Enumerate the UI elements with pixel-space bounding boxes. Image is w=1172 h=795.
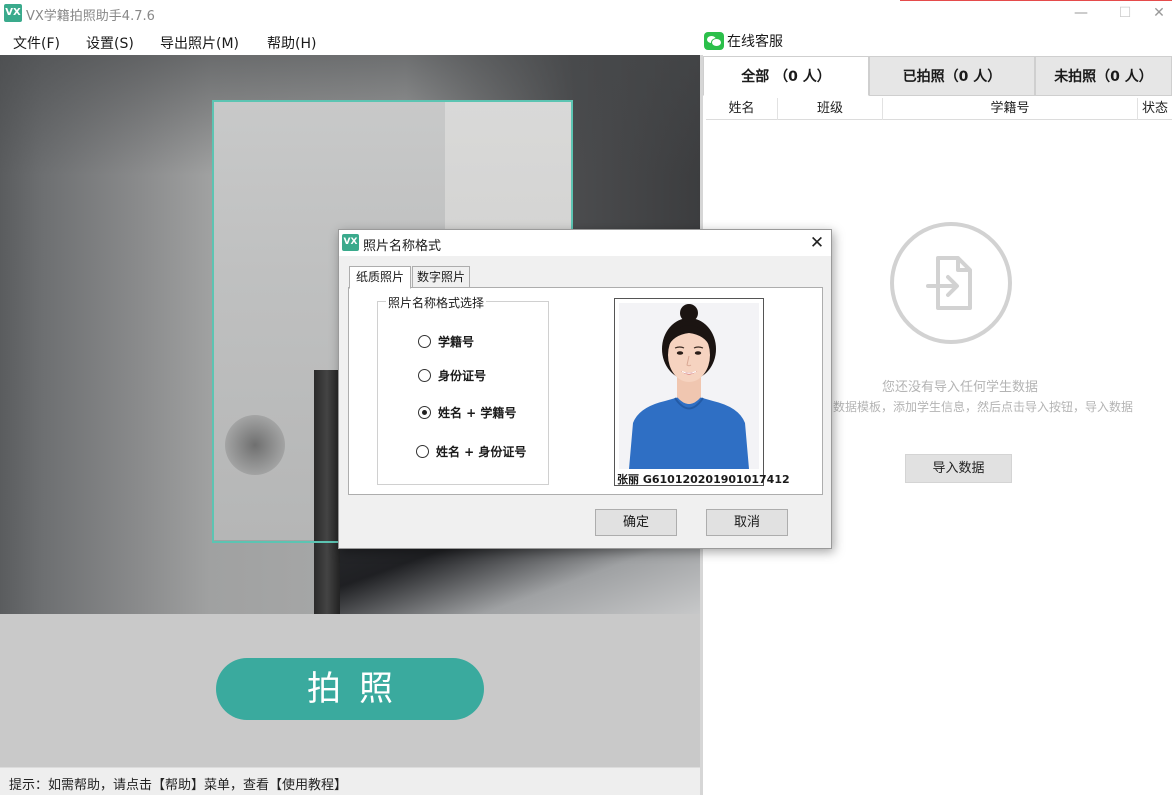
empty-state-description: 数据模板，添加学生信息，然后点击导入按钮，导入数据 — [833, 400, 1134, 414]
radio-option-student-id[interactable]: 学籍号 — [418, 332, 474, 350]
radio-label: 身份证号 — [438, 368, 487, 383]
radio-label: 姓名 + 学籍号 — [438, 405, 517, 420]
online-service-label: 在线客服 — [727, 34, 783, 50]
tab-photographed[interactable]: 已拍照（0 人） — [869, 56, 1035, 96]
tab-not-photographed[interactable]: 未拍照（0 人） — [1035, 56, 1172, 96]
wechat-icon — [704, 32, 724, 50]
cancel-button[interactable]: 取消 — [706, 509, 788, 536]
import-file-icon — [890, 222, 1012, 344]
capture-area: 拍照 — [0, 614, 700, 767]
column-header-student-id[interactable]: 学籍号 — [883, 98, 1138, 120]
student-table-header: 姓名 班级 学籍号 状态 — [706, 98, 1172, 120]
column-header-class[interactable]: 班级 — [778, 98, 883, 120]
radio-option-id-card[interactable]: 身份证号 — [418, 366, 486, 384]
dialog-title-bar: VX 照片名称格式 ✕ — [339, 230, 831, 256]
name-format-group: 照片名称格式选择 学籍号 身份证号 姓名 + 学籍号 姓名 + 身份证号 — [377, 294, 549, 485]
empty-state-title: 您还没有导入任何学生数据 — [882, 380, 1039, 395]
radio-option-name-id-card[interactable]: 姓名 + 身份证号 — [416, 442, 526, 460]
radio-button[interactable] — [416, 444, 429, 458]
import-data-button[interactable]: 导入数据 — [905, 454, 1012, 483]
column-header-status[interactable]: 状态 — [1138, 98, 1172, 120]
dialog-tab-panel: 照片名称格式选择 学籍号 身份证号 姓名 + 学籍号 姓名 + 身份证号 张丽 … — [348, 287, 823, 495]
menu-settings[interactable]: 设置(S) — [86, 33, 134, 53]
menu-bar: 文件(F) 设置(S) 导出照片(M) 帮助(H) — [0, 27, 700, 55]
menu-export-photos[interactable]: 导出照片(M) — [160, 33, 239, 53]
name-format-group-label: 照片名称格式选择 — [386, 294, 487, 311]
column-header-name[interactable]: 姓名 — [706, 98, 778, 120]
app-logo-icon: VX — [4, 4, 22, 22]
take-photo-button[interactable]: 拍照 — [216, 658, 484, 720]
title-bar: VX VX学籍拍照助手4.7.6 — ☐ ✕ — [0, 0, 1172, 27]
maximize-button[interactable]: ☐ — [1102, 0, 1148, 27]
sample-portrait-photo — [619, 303, 759, 469]
tab-digital-photo[interactable]: 数字照片 — [412, 266, 470, 288]
sample-photo-caption: 张丽 G610120201901017412 — [617, 473, 790, 486]
sample-photo-frame: 张丽 G610120201901017412 — [614, 298, 790, 486]
menu-help[interactable]: 帮助(H) — [267, 33, 316, 53]
close-button[interactable]: ✕ — [1146, 0, 1172, 27]
radio-button[interactable] — [418, 334, 431, 348]
online-service-link[interactable]: 在线客服 — [704, 29, 783, 53]
minimize-button[interactable]: — — [1058, 0, 1104, 27]
tab-paper-photo[interactable]: 纸质照片 — [349, 266, 411, 289]
photo-name-format-dialog: VX 照片名称格式 ✕ 纸质照片 数字照片 照片名称格式选择 学籍号 身份证号 … — [338, 229, 832, 549]
student-tabs: 全部 （0 人） 已拍照（0 人） 未拍照（0 人） — [703, 56, 1172, 96]
ok-button[interactable]: 确定 — [595, 509, 677, 536]
dialog-title: 照片名称格式 — [363, 239, 442, 254]
menu-file[interactable]: 文件(F) — [13, 33, 60, 53]
radio-button-checked[interactable] — [418, 405, 431, 419]
status-hint: 提示：如需帮助，请点击【帮助】菜单，查看【使用教程】 — [9, 778, 348, 793]
app-title: VX学籍拍照助手4.7.6 — [26, 9, 155, 24]
dialog-close-button[interactable]: ✕ — [805, 232, 829, 254]
radio-label: 学籍号 — [438, 334, 475, 349]
tab-all[interactable]: 全部 （0 人） — [703, 56, 869, 96]
radio-label: 姓名 + 身份证号 — [436, 444, 527, 459]
status-bar: 提示：如需帮助，请点击【帮助】菜单，查看【使用教程】 — [0, 767, 700, 795]
radio-option-name-student-id[interactable]: 姓名 + 学籍号 — [418, 403, 516, 421]
radio-button[interactable] — [418, 368, 431, 382]
dialog-logo-icon: VX — [342, 234, 359, 251]
